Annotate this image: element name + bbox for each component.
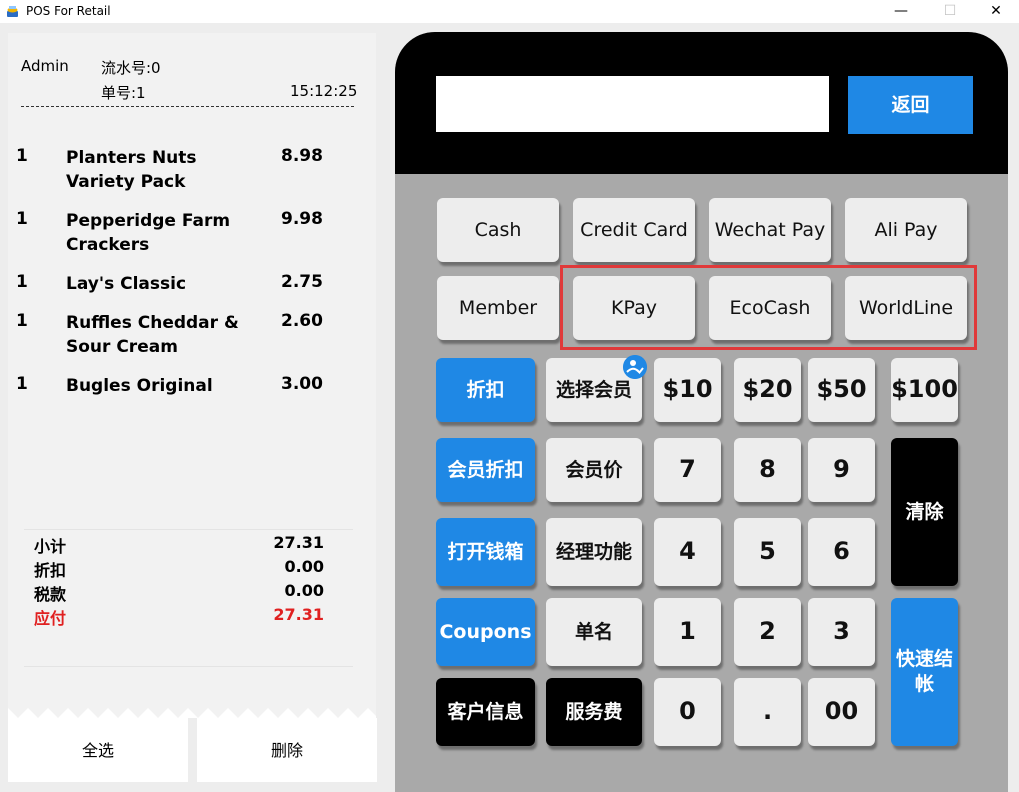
- discount-label: 折扣: [34, 561, 67, 580]
- open-drawer-button[interactable]: 打开钱箱: [436, 518, 535, 586]
- quick-amount-20-button[interactable]: $20: [734, 358, 801, 422]
- back-button[interactable]: 返回: [848, 76, 973, 134]
- item-price: 9.98: [281, 209, 323, 229]
- delete-button[interactable]: 删除: [197, 718, 377, 782]
- item-qty: 1: [16, 311, 28, 331]
- close-button[interactable]: ✕: [973, 0, 1019, 23]
- customer-info-button[interactable]: 客户信息: [436, 678, 535, 746]
- pay-credit-card-button[interactable]: Credit Card: [573, 198, 695, 262]
- item-price: 8.98: [281, 146, 323, 166]
- quick-amount-50-button[interactable]: $50: [808, 358, 875, 422]
- order-number: 单号:1: [101, 84, 146, 102]
- item-price: 3.00: [281, 374, 323, 394]
- quick-amount-100-button[interactable]: $100: [891, 358, 958, 422]
- receipt-torn-edge: [8, 708, 376, 718]
- digit-4-button[interactable]: 4: [654, 518, 721, 586]
- tax-label: 税款: [34, 585, 67, 604]
- amount-due-value: 27.31: [273, 605, 324, 624]
- discount-row: 折扣 0.00: [34, 557, 324, 581]
- item-name: Pepperidge Farm Crackers: [66, 211, 231, 255]
- digit-1-button[interactable]: 1: [654, 598, 721, 666]
- quick-amount-10-button[interactable]: $10: [654, 358, 721, 422]
- pay-member-button[interactable]: Member: [437, 276, 559, 340]
- digit-2-button[interactable]: 2: [734, 598, 801, 666]
- hold-order-button[interactable]: 单名: [546, 598, 642, 666]
- user-check-icon: [623, 355, 647, 379]
- discount-value: 0.00: [284, 557, 324, 576]
- item-price: 2.75: [281, 272, 323, 292]
- title-bar: POS For Retail — ☐ ✕: [0, 0, 1019, 23]
- maximize-button: ☐: [943, 3, 957, 19]
- serial-number: 流水号:0: [101, 59, 161, 77]
- decimal-point-button[interactable]: .: [734, 678, 801, 746]
- digit-7-button[interactable]: 7: [654, 438, 721, 502]
- receipt-time: 15:12:25: [290, 82, 358, 100]
- item-name: Bugles Original: [66, 376, 213, 396]
- totals-bottom-divider: [24, 666, 353, 667]
- amount-input[interactable]: [436, 76, 829, 132]
- coupons-button[interactable]: Coupons: [436, 598, 535, 666]
- item-name: Ruffles Cheddar & Sour Cream: [66, 313, 239, 357]
- amount-due-row: 应付 27.31: [34, 605, 324, 629]
- digit-9-button[interactable]: 9: [808, 438, 875, 502]
- digit-0-button[interactable]: 0: [654, 678, 721, 746]
- pos-app-icon: [7, 6, 18, 17]
- member-discount-button[interactable]: 会员折扣: [436, 438, 535, 502]
- item-name: Lay's Classic: [66, 274, 187, 294]
- pay-alipay-button[interactable]: Ali Pay: [845, 198, 967, 262]
- pay-wechat-button[interactable]: Wechat Pay: [709, 198, 831, 262]
- digit-5-button[interactable]: 5: [734, 518, 801, 586]
- quick-checkout-button[interactable]: 快速结帐: [891, 598, 958, 746]
- totals-divider: [24, 529, 353, 530]
- minimize-button[interactable]: —: [878, 0, 924, 23]
- digit-8-button[interactable]: 8: [734, 438, 801, 502]
- pay-cash-button[interactable]: Cash: [437, 198, 559, 262]
- member-price-button[interactable]: 会员价: [546, 438, 642, 502]
- select-all-button[interactable]: 全选: [8, 718, 188, 782]
- item-price: 2.60: [281, 311, 323, 331]
- item-name: Planters Nuts Variety Pack: [66, 148, 197, 192]
- clear-button[interactable]: 清除: [891, 438, 958, 586]
- subtotal-value: 27.31: [273, 533, 324, 552]
- service-fee-button[interactable]: 服务费: [546, 678, 642, 746]
- item-qty: 1: [16, 374, 28, 394]
- subtotal-label: 小计: [34, 537, 67, 556]
- tax-row: 税款 0.00: [34, 581, 324, 605]
- window-title: POS For Retail: [26, 4, 111, 18]
- receipt-divider: [21, 106, 354, 107]
- amount-due-label: 应付: [34, 609, 67, 628]
- double-zero-button[interactable]: 00: [808, 678, 875, 746]
- digit-6-button[interactable]: 6: [808, 518, 875, 586]
- operator-name: Admin: [21, 57, 69, 75]
- item-qty: 1: [16, 272, 28, 292]
- tax-value: 0.00: [284, 581, 324, 600]
- digit-3-button[interactable]: 3: [808, 598, 875, 666]
- highlight-box: [560, 265, 977, 350]
- item-qty: 1: [16, 209, 28, 229]
- item-qty: 1: [16, 146, 28, 166]
- manager-functions-button[interactable]: 经理功能: [546, 518, 642, 586]
- subtotal-row: 小计 27.31: [34, 533, 324, 557]
- discount-button[interactable]: 折扣: [436, 358, 535, 422]
